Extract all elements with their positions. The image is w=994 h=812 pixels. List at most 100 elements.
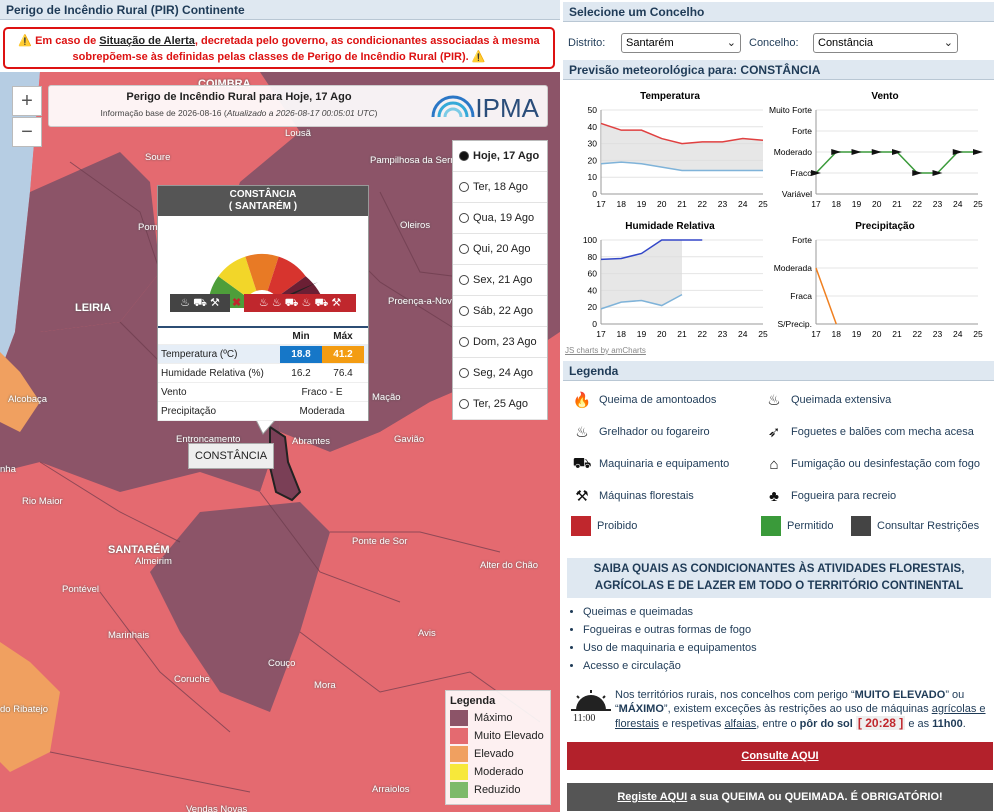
chart-xtick: 22	[913, 199, 923, 209]
radio-icon[interactable]	[459, 368, 469, 378]
map-legend-swatch	[450, 728, 468, 744]
activity-legend-item: ⌂ Fumigação ou desinfestação com fogo	[763, 454, 979, 474]
map-place-label: Couço	[268, 658, 296, 669]
map-title: Perigo de Incêndio Rural para Hoje, 17 A…	[126, 91, 352, 103]
register-burn-banner: Registe AQUI a sua QUEIMA ou QUEIMADA. É…	[567, 783, 993, 811]
chart-xtick: 20	[657, 329, 667, 339]
radio-icon[interactable]	[459, 337, 469, 347]
consult-button[interactable]: Consulte AQUI	[567, 742, 993, 770]
alert-situation-link[interactable]: Situação de Alerta	[99, 35, 195, 47]
amcharts-credit[interactable]: JS charts by amCharts	[565, 346, 646, 355]
conditions-list-item[interactable]: Acesso e circulação	[583, 660, 757, 678]
chart-ylabel: Forte	[792, 126, 812, 136]
note-text: Nos territórios rurais, nos concelhos co…	[615, 689, 855, 701]
municipality-label: Concelho:	[749, 37, 799, 49]
day-label: Sáb, 22 Ago	[473, 305, 533, 317]
chart-xtick: 22	[913, 329, 923, 339]
conditions-list-item[interactable]: Uso de maquinaria e equipamentos	[583, 642, 757, 660]
status-label: Proibido	[597, 520, 638, 532]
municipality-select[interactable]: Constância	[813, 33, 958, 53]
ipma-logo-text: IPMA	[475, 93, 539, 123]
chart-xtick: 23	[933, 329, 943, 339]
activity-legend-item: ♨ Queimada extensiva	[763, 390, 891, 410]
day-option[interactable]: Hoje, 17 Ago	[453, 141, 547, 172]
radio-icon[interactable]	[459, 151, 469, 161]
day-option[interactable]: Dom, 23 Ago	[453, 327, 547, 358]
radio-icon[interactable]	[459, 275, 469, 285]
activity-legend-label: Queimada extensiva	[791, 394, 892, 406]
chart-title: Temperatura	[640, 91, 700, 102]
popup-header: CONSTÂNCIA( SANTARÉM )	[158, 186, 368, 216]
district-select[interactable]: Santarém	[621, 33, 741, 53]
chart-ylabel: S/Precip.	[778, 319, 813, 329]
chart-ylabel: Fraco	[790, 168, 812, 178]
note-text: .	[962, 718, 966, 730]
wind-arrow-icon	[831, 149, 842, 155]
day-label: Qui, 20 Ago	[473, 243, 531, 255]
day-option[interactable]: Seg, 24 Ago	[453, 358, 547, 389]
day-label: Ter, 18 Ago	[473, 181, 529, 193]
popup-row-max: 76.4	[333, 367, 353, 379]
zoom-out-button[interactable]: −	[12, 117, 42, 147]
map-place-label: Ponte de Sor	[352, 536, 408, 547]
chart-xtick: 25	[758, 199, 768, 209]
radio-icon[interactable]	[459, 213, 469, 223]
activity-legend-item: 🔥 Queima de amontoados	[571, 390, 717, 410]
map-legend-item: Reduzido	[450, 781, 546, 799]
day-label: Ter, 25 Ago	[473, 398, 529, 410]
day-option[interactable]: Qui, 20 Ago	[453, 234, 547, 265]
map-panel-header: Perigo de Incêndio Rural (PIR) Continent…	[0, 0, 560, 20]
chart-ytick: 80	[588, 252, 598, 262]
popup-row-label: Vento	[161, 386, 187, 398]
chart-xtick: 24	[738, 329, 748, 339]
map-place-label: Soure	[145, 152, 171, 163]
conditions-banner: SAIBA QUAIS AS CONDICIONANTES ÀS ATIVIDA…	[567, 558, 991, 598]
map-legend-list: Máximo Muito Elevado Elevado Moderado Reduzi…	[450, 709, 546, 799]
zoom-in-button[interactable]: +	[12, 86, 42, 116]
day-option[interactable]: Sáb, 22 Ago	[453, 296, 547, 327]
popup-municipality: CONSTÂNCIA	[229, 189, 297, 200]
legend-header: Legenda	[563, 361, 994, 381]
chart-ylabel: Muito Forte	[769, 105, 812, 115]
note-text: ”, existem exceções às restrições ao uso…	[663, 703, 932, 715]
popup-row-value: Fraco - E	[301, 386, 343, 398]
map-legend-label: Máximo	[474, 712, 513, 724]
status-legend-item: Proibido	[571, 516, 637, 536]
radio-icon[interactable]	[459, 399, 469, 409]
activity-legend-item: ♨ Grelhador ou fogareiro	[571, 422, 709, 442]
activity-legend-item: ♣ Fogueira para recreio	[763, 486, 896, 506]
day-option[interactable]: Sex, 21 Ago	[453, 265, 547, 296]
day-option[interactable]: Qua, 19 Ago	[453, 203, 547, 234]
map-info-updated: Atualizado a 2026-08-17 00:05:01 UTC	[226, 108, 375, 118]
radio-icon[interactable]	[459, 306, 469, 316]
chart-xtick: 18	[832, 199, 842, 209]
forecast-chart: Precipitação S/Precip. Fraca Moderada Forte 1…	[774, 221, 983, 339]
radio-icon[interactable]	[459, 244, 469, 254]
day-option[interactable]: Ter, 18 Ago	[453, 172, 547, 203]
wind-arrow-icon	[851, 149, 862, 155]
chart-xtick: 20	[657, 199, 667, 209]
conditions-list-item[interactable]: Fogueiras e outras formas de fogo	[583, 624, 757, 642]
conditions-list: Queimas e queimadasFogueiras e outras fo…	[583, 606, 757, 678]
activity-legend-label: Maquinaria e equipamento	[599, 458, 730, 470]
day-option[interactable]: Ter, 25 Ago	[453, 389, 547, 420]
chart-xtick: 23	[933, 199, 943, 209]
popup-table-header: Min Máx	[158, 326, 368, 345]
chart-ytick: 40	[588, 122, 598, 132]
note-link-alfaias[interactable]: alfaias	[724, 718, 756, 730]
chart-ytick: 0	[592, 189, 597, 199]
status-legend-item: Permitido	[761, 516, 833, 536]
chart-xtick: 18	[617, 199, 627, 209]
map-legend-swatch	[450, 782, 468, 798]
radio-icon[interactable]	[459, 182, 469, 192]
popup-row-value: Moderada	[299, 405, 345, 417]
conditions-list-item[interactable]: Queimas e queimadas	[583, 606, 757, 624]
map-legend-swatch	[450, 710, 468, 726]
info-panel: Selecione um Concelho Distrito: Santarém…	[563, 0, 994, 812]
map-municipality-label: CONSTÂNCIA	[188, 443, 275, 469]
chart-xtick: 19	[637, 329, 647, 339]
popup-row: Temperatura (ºC) 18.8 41.2	[158, 345, 368, 364]
campfire-icon: ♣	[769, 487, 779, 505]
municipality-select-wrap: Constância ⌄	[813, 33, 958, 53]
register-link[interactable]: Registe AQUI	[617, 791, 687, 803]
